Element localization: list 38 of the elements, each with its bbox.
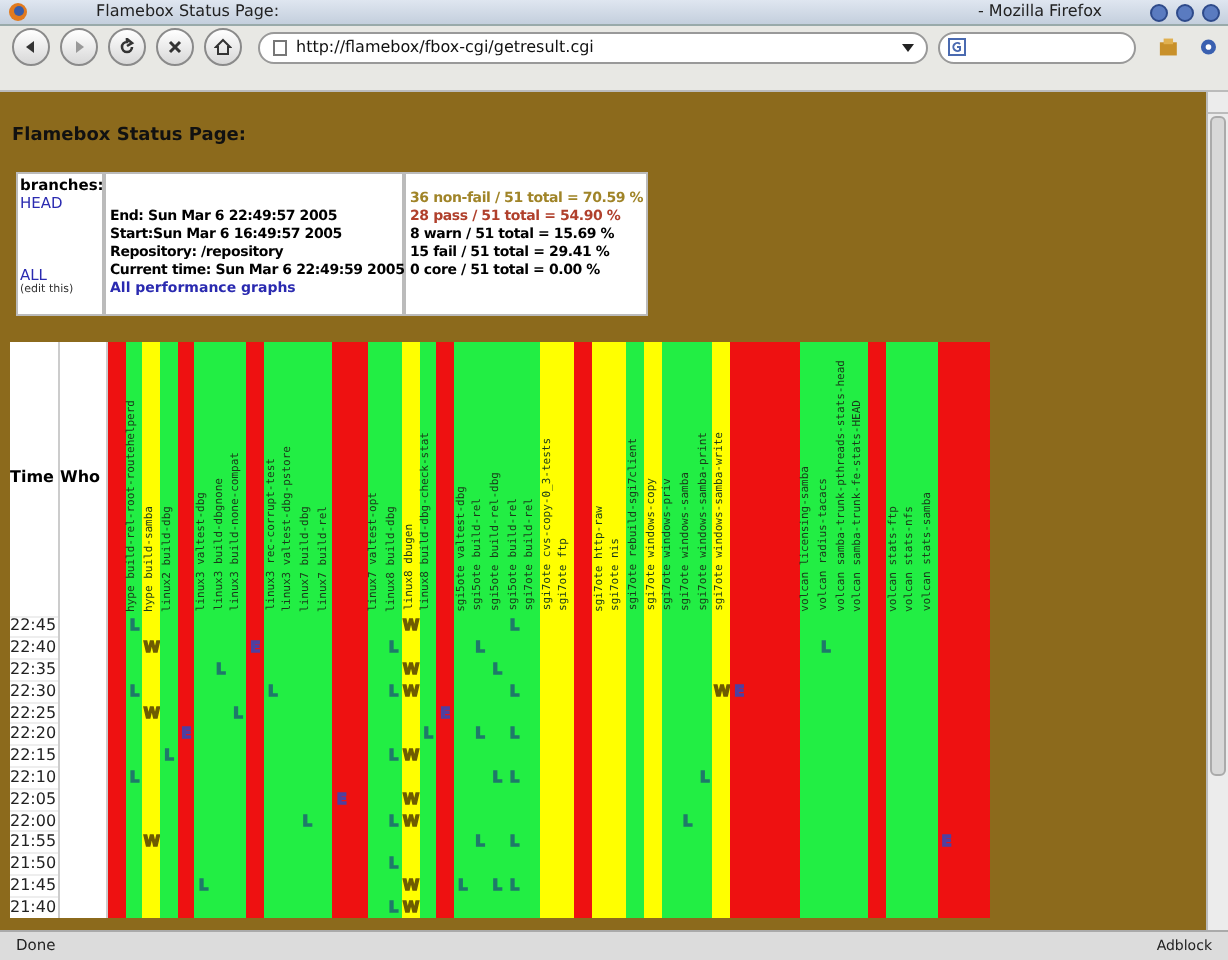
time-cell: 21:45 — [10, 875, 57, 896]
reload-button[interactable] — [108, 28, 146, 66]
url-text: http://flamebox/fbox-cgi/getresult.cgi — [296, 35, 596, 59]
search-field[interactable] — [937, 31, 1137, 63]
scrollbar[interactable] — [1206, 92, 1228, 930]
time-cell: 22:00 — [10, 811, 57, 832]
time-cell: 22:25 — [10, 703, 57, 724]
firefox-icon — [8, 2, 28, 22]
time-cell: 21:40 — [10, 897, 57, 918]
time-cell: 22:20 — [10, 724, 57, 745]
window-app-name: - Mozilla Firefox — [977, 0, 1102, 24]
time-cell: 21:50 — [10, 854, 57, 875]
stop-button[interactable] — [156, 28, 194, 66]
back-button[interactable] — [12, 28, 50, 66]
time-cell: 22:05 — [10, 789, 57, 810]
page-icon — [272, 39, 288, 55]
time-cell: 22:45 — [10, 616, 57, 637]
home-icon — [214, 38, 232, 56]
window-title: Flamebox Status Page: — [96, 0, 280, 24]
dropdown-arrow-icon — [901, 43, 914, 51]
time-cell: 22:30 — [10, 681, 57, 702]
time-cell: 22:40 — [10, 638, 57, 659]
time-cell: 21:55 — [10, 832, 57, 853]
url-field[interactable]: http://flamebox/fbox-cgi/getresult.cgi — [258, 31, 928, 63]
page-heading: Flamebox Status Page: — [12, 124, 246, 150]
throbber-icon — [1199, 38, 1216, 56]
time-cell: 22:10 — [10, 767, 57, 788]
time-cell: 22:15 — [10, 746, 57, 767]
close-icon — [168, 40, 182, 54]
search-engine-icon — [947, 38, 966, 56]
who-header: Who — [60, 466, 101, 490]
forward-arrow-icon — [72, 40, 86, 54]
time-header: Time — [10, 466, 54, 490]
forward-button[interactable] — [60, 28, 98, 66]
back-arrow-icon — [24, 40, 38, 54]
time-cell: 22:35 — [10, 660, 57, 680]
home-button[interactable] — [204, 28, 242, 66]
reload-icon — [118, 38, 136, 56]
